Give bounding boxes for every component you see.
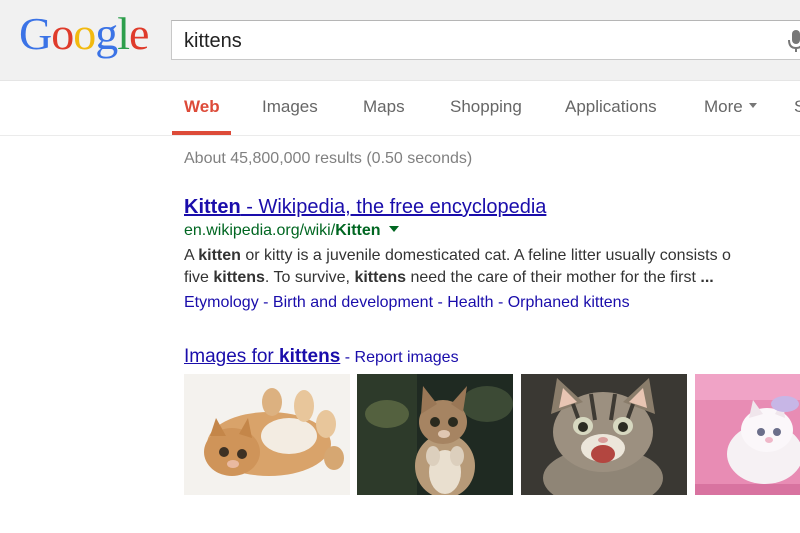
images-heading-prefix: Images for [184,346,280,367]
tab-more-label: More [704,97,743,116]
microphone-icon[interactable] [786,28,800,54]
sitelink-separator: - [433,294,448,311]
sitelink-health[interactable]: Health [447,294,493,311]
snippet-line-2: five kittens. To survive, kittens need t… [184,267,731,289]
chevron-down-icon [748,103,757,109]
snippet-bold: kittens [213,269,265,286]
tab-shopping[interactable]: Shopping [450,81,522,135]
snippet-text: A [184,247,199,264]
result-snippet: A kitten or kitty is a juvenile domestic… [184,245,731,289]
sitelink-orphaned-kittens[interactable]: Orphaned kittens [508,294,630,311]
sitelinks: Etymology - Birth and development - Heal… [184,294,630,312]
sitelink-etymology[interactable]: Etymology [184,294,259,311]
images-heading-bold: kittens [279,346,341,367]
snippet-bold: kittens [354,269,407,286]
search-header: Google [0,0,800,81]
tab-search-tools[interactable]: S [794,81,800,135]
sitelink-birth-and-development[interactable]: Birth and development [273,294,433,311]
kitten-thumbnail-4[interactable] [695,374,800,495]
url-options-icon[interactable] [388,225,399,232]
kitten-thumbnail-2[interactable] [357,374,513,495]
sitelink-separator: - [258,294,273,311]
snippet-ellipsis: ... [700,269,714,286]
snippet-line-1: A kitten or kitty is a juvenile domestic… [184,245,731,267]
result-title-rest: - Wikipedia, the free encyclopedia [240,196,547,218]
result-url-prefix: en.wikipedia.org/wiki/ [184,222,336,239]
snippet-text: five [184,269,214,286]
kitten-photo-icon [357,374,513,495]
result-title-bold: Kitten [184,196,241,218]
image-thumbnails [184,374,800,495]
sitelink-separator: - [493,294,508,311]
logo-letter: e [129,8,149,59]
kitten-thumbnail-1[interactable] [184,374,350,495]
logo-letter: G [19,8,52,59]
kitten-photo-icon [695,374,800,495]
search-nav: Web Images Maps Shopping Applications Mo… [0,81,800,136]
snippet-text: or kitty is a juvenile domesticated cat.… [240,247,731,264]
report-images-link[interactable]: Report images [355,349,459,366]
report-separator: - [340,349,355,366]
search-input[interactable] [184,29,774,53]
tab-applications[interactable]: Applications [565,81,657,135]
search-box[interactable] [171,20,800,60]
logo-letter: o [73,8,96,59]
logo-letter: g [95,8,118,59]
tab-more[interactable]: More [704,81,757,135]
google-logo[interactable]: Google [19,8,149,59]
logo-letter: l [117,8,130,59]
images-heading: Images for kittens - Report images [184,346,459,368]
result-title-link[interactable]: Kitten - Wikipedia, the free encyclopedi… [184,196,546,219]
kitten-photo-icon [521,374,687,495]
snippet-bold: kitten [198,247,241,264]
images-for-kittens-link[interactable]: Images for kittens [184,346,340,367]
result-url-bold: Kitten [335,222,381,239]
result-stats: About 45,800,000 results (0.50 seconds) [184,150,473,167]
result-url: en.wikipedia.org/wiki/Kitten [184,222,399,240]
snippet-text: need the care of their mother for the fi… [406,269,701,286]
kitten-thumbnail-3[interactable] [521,374,687,495]
kitten-photo-icon [184,374,350,495]
tab-maps[interactable]: Maps [363,81,405,135]
tab-web[interactable]: Web [184,81,220,135]
tab-images[interactable]: Images [262,81,318,135]
logo-letter: o [51,8,74,59]
snippet-text: . To survive, [264,269,355,286]
active-tab-indicator [172,131,231,135]
